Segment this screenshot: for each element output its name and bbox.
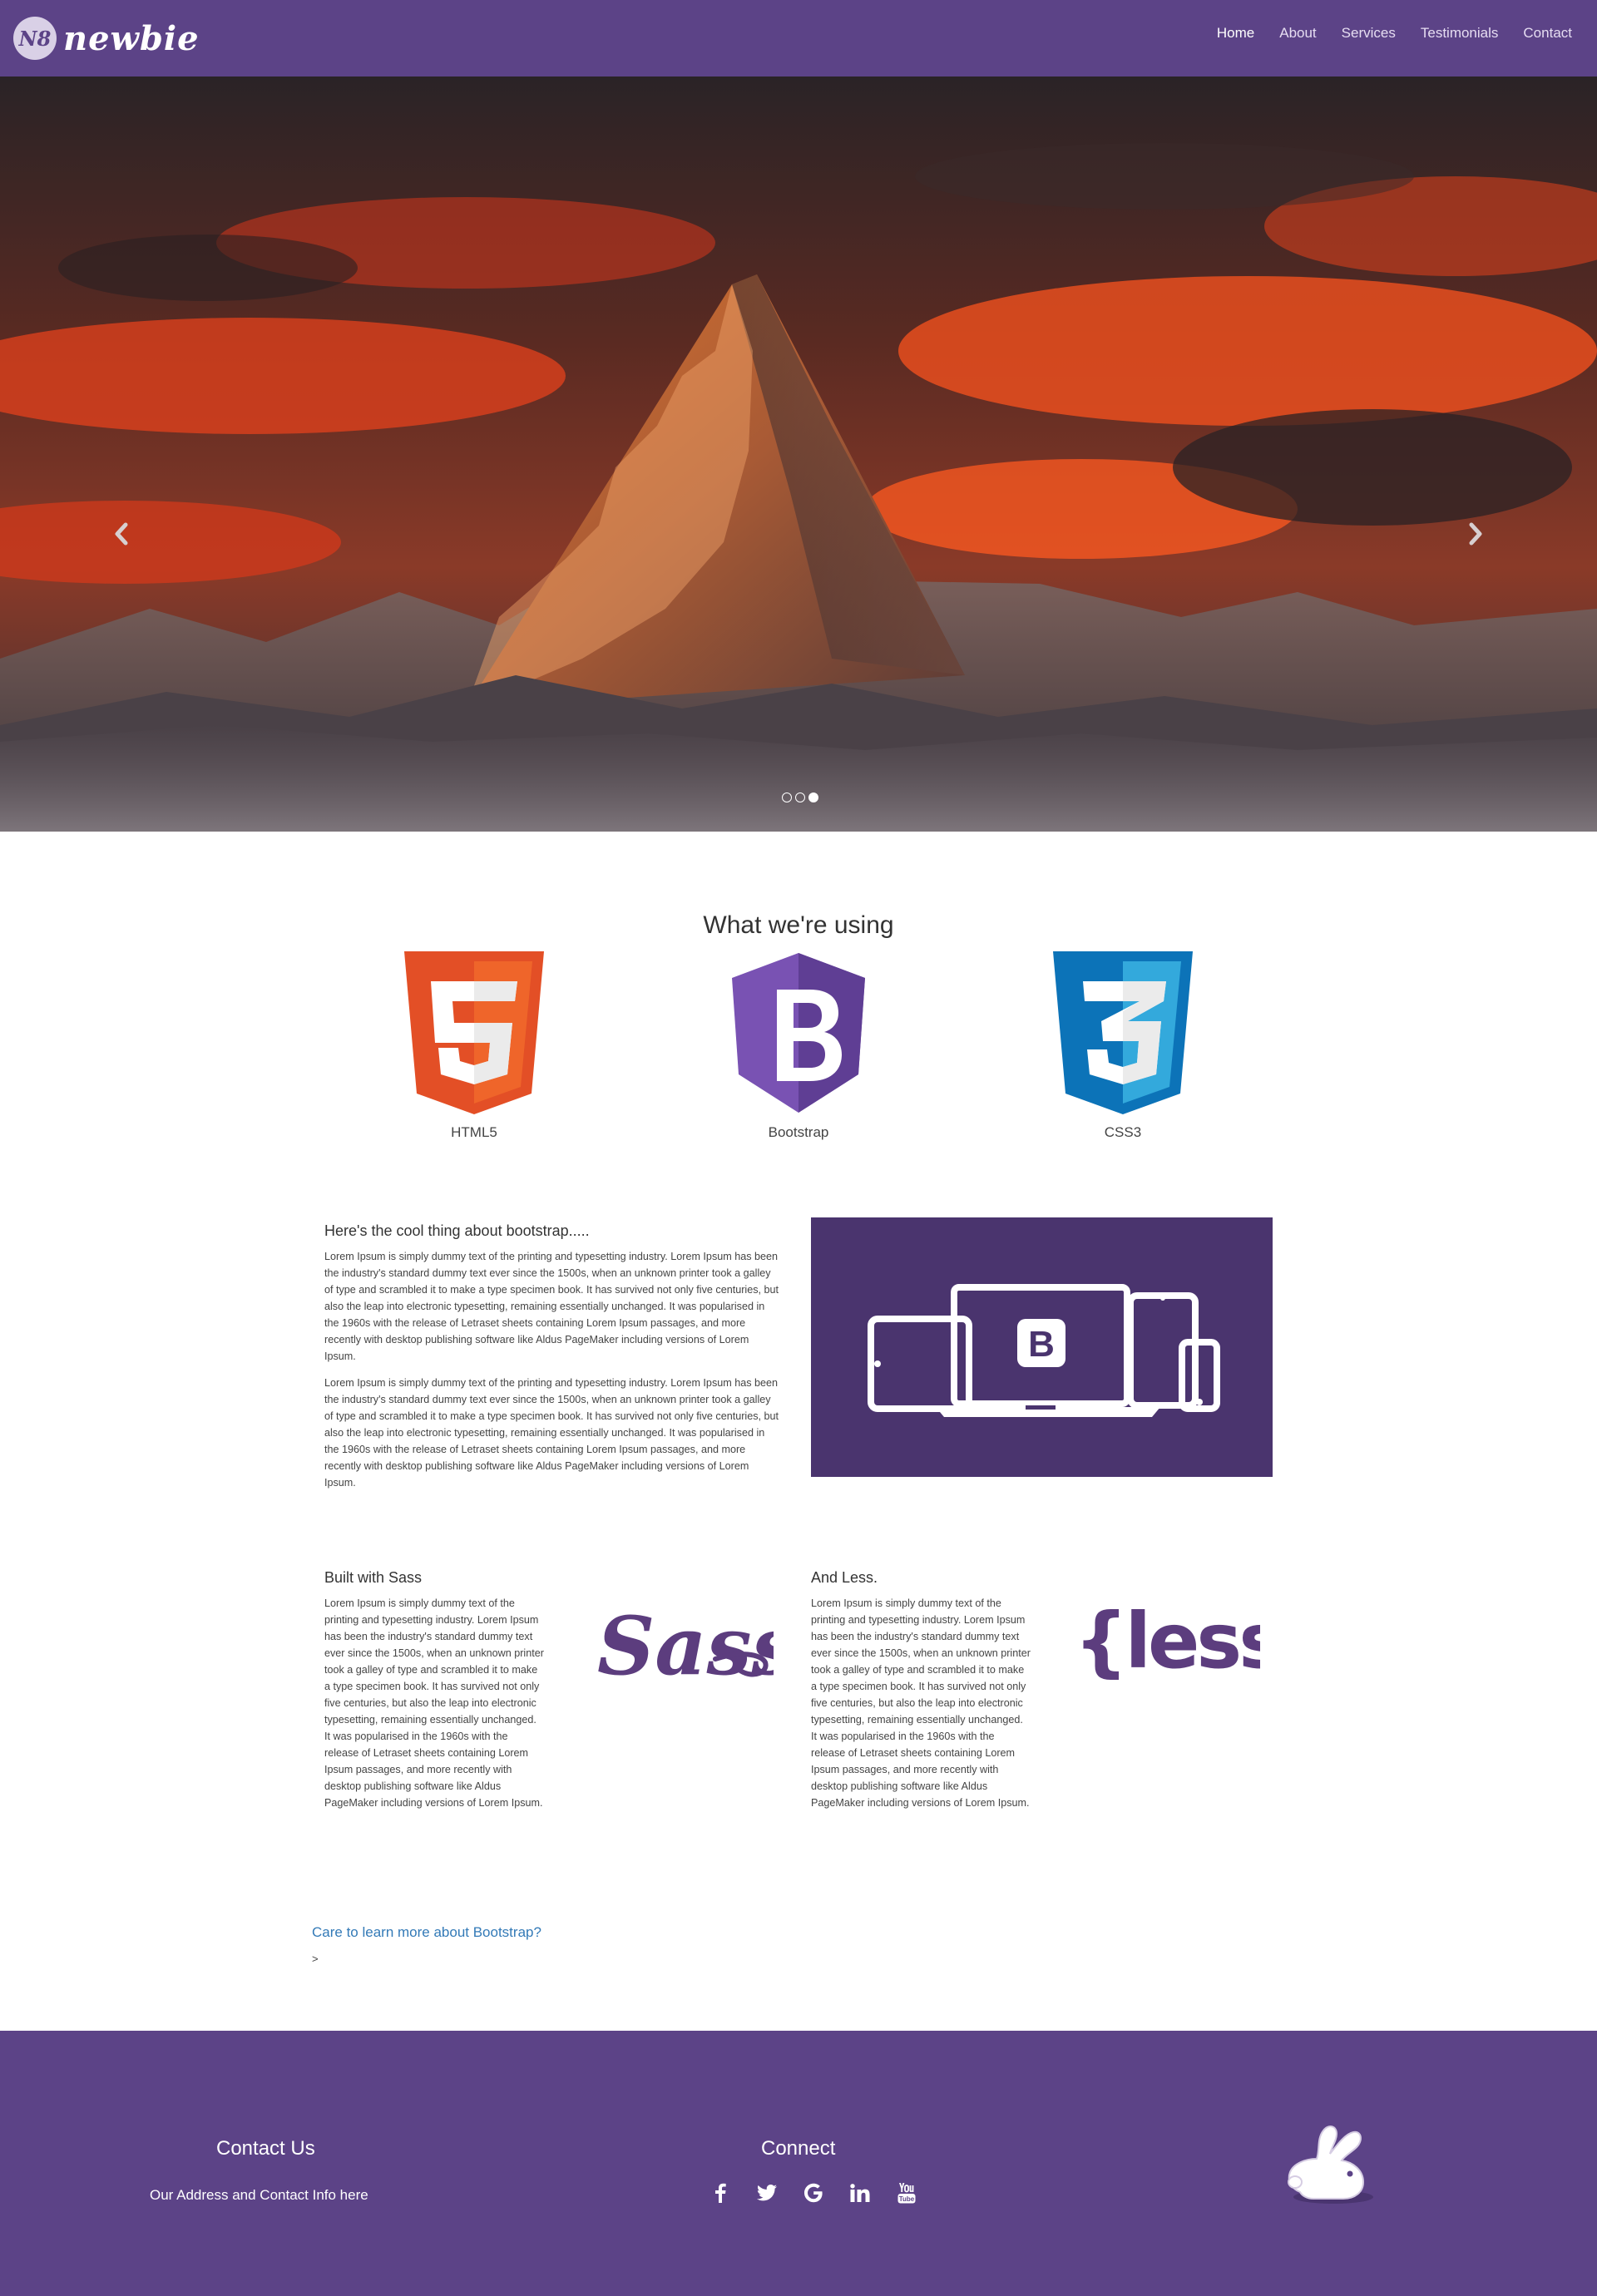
sass-heading: Built with Sass [324, 1569, 423, 1586]
less-logo-icon: {less} [1069, 1592, 1335, 1696]
about-paragraph-1: Lorem Ipsum is simply dummy text of the … [324, 1251, 779, 1362]
footer-contact-info: Our Address and Contact Info here [150, 2187, 368, 2203]
nav-link-testimonials[interactable]: Testimonials [1421, 25, 1499, 42]
brand-logo-icon: N8 [13, 17, 57, 60]
tech-label-html5: HTML5 [451, 1124, 497, 1140]
devices-icon: B [868, 1284, 1220, 1417]
carousel-indicator-3[interactable] [808, 792, 818, 802]
footer-contact-title: Contact Us [216, 2137, 315, 2160]
tech-label-css3: CSS3 [1104, 1124, 1142, 1140]
facebook-link[interactable] [697, 2179, 744, 2207]
css3-icon [1053, 951, 1193, 1114]
nav-menu: Home About Services Testimonials Contact [1192, 25, 1572, 42]
about-paragraph-2: Lorem Ipsum is simply dummy text of the … [324, 1377, 779, 1489]
rabbit-icon [1288, 2126, 1373, 2204]
carousel-indicator-2[interactable] [795, 792, 805, 802]
chevron-left-icon [115, 522, 128, 546]
tech-label-bootstrap: Bootstrap [768, 1124, 829, 1140]
nav-link-about[interactable]: About [1279, 25, 1316, 42]
learn-arrow[interactable]: > [312, 1953, 319, 1965]
twitter-link[interactable] [744, 2179, 790, 2207]
sass-logo-icon: Sass [591, 1568, 797, 1713]
twitter-icon [757, 2185, 777, 2201]
about-heading: Here's the cool thing about bootstrap...… [324, 1222, 590, 1239]
less-heading: And Less. [811, 1569, 878, 1586]
chevron-right-icon [1469, 522, 1482, 546]
sass-logo-text: Sass [597, 1599, 774, 1693]
less-logo-text: {less} [1074, 1597, 1260, 1686]
footer-connect-title: Connect [761, 2137, 836, 2160]
svg-text:Tube: Tube [899, 2195, 915, 2203]
hero-carousel [0, 77, 1597, 832]
linkedin-icon [850, 2184, 870, 2202]
brand-mark: N8 [18, 27, 52, 51]
social-links: Tube [697, 2179, 930, 2207]
tech-item-html5: HTML5 [366, 950, 582, 1141]
sass-section: Built with Sass Lorem Ipsum is simply du… [324, 1569, 545, 1811]
responsive-devices-image: B [811, 1217, 1273, 1477]
carousel-prev-button[interactable] [105, 509, 138, 559]
learn-bootstrap-link[interactable]: Care to learn more about Bootstrap? [312, 1924, 541, 1941]
brand[interactable]: N8 newbie [12, 15, 200, 62]
less-text: Lorem Ipsum is simply dummy text of the … [811, 1597, 1031, 1809]
tech-item-bootstrap: Bootstrap [690, 950, 907, 1141]
carousel-next-button[interactable] [1459, 509, 1492, 559]
footer: Contact Us Our Address and Contact Info … [0, 2031, 1597, 2296]
carousel-indicator-1[interactable] [782, 792, 792, 802]
bootstrap-icon [732, 953, 865, 1113]
navbar: N8 newbie Home About Services Testimonia… [0, 0, 1597, 77]
tech-section-title: What we're using [703, 911, 894, 939]
hero-image [0, 77, 1597, 832]
rabbit-mascot [1277, 2112, 1385, 2224]
google-link[interactable] [790, 2179, 837, 2207]
about-bootstrap: Here's the cool thing about bootstrap...… [324, 1222, 779, 1501]
tech-item-css3: CSS3 [1015, 950, 1231, 1141]
linkedin-link[interactable] [837, 2179, 883, 2207]
sass-text: Lorem Ipsum is simply dummy text of the … [324, 1597, 544, 1809]
brand-name: newbie [63, 18, 200, 58]
carousel-indicators [780, 792, 820, 802]
google-icon [804, 2183, 823, 2203]
nav-link-services[interactable]: Services [1342, 25, 1396, 42]
html5-icon [404, 951, 544, 1114]
less-section: And Less. Lorem Ipsum is simply dummy te… [811, 1569, 1031, 1811]
nav-link-contact[interactable]: Contact [1523, 25, 1572, 42]
facebook-icon [715, 2183, 726, 2203]
youtube-icon: Tube [897, 2183, 916, 2204]
nav-link-home[interactable]: Home [1217, 25, 1254, 42]
devices-logo-letter: B [1028, 1324, 1055, 1365]
youtube-link[interactable]: Tube [883, 2179, 930, 2207]
